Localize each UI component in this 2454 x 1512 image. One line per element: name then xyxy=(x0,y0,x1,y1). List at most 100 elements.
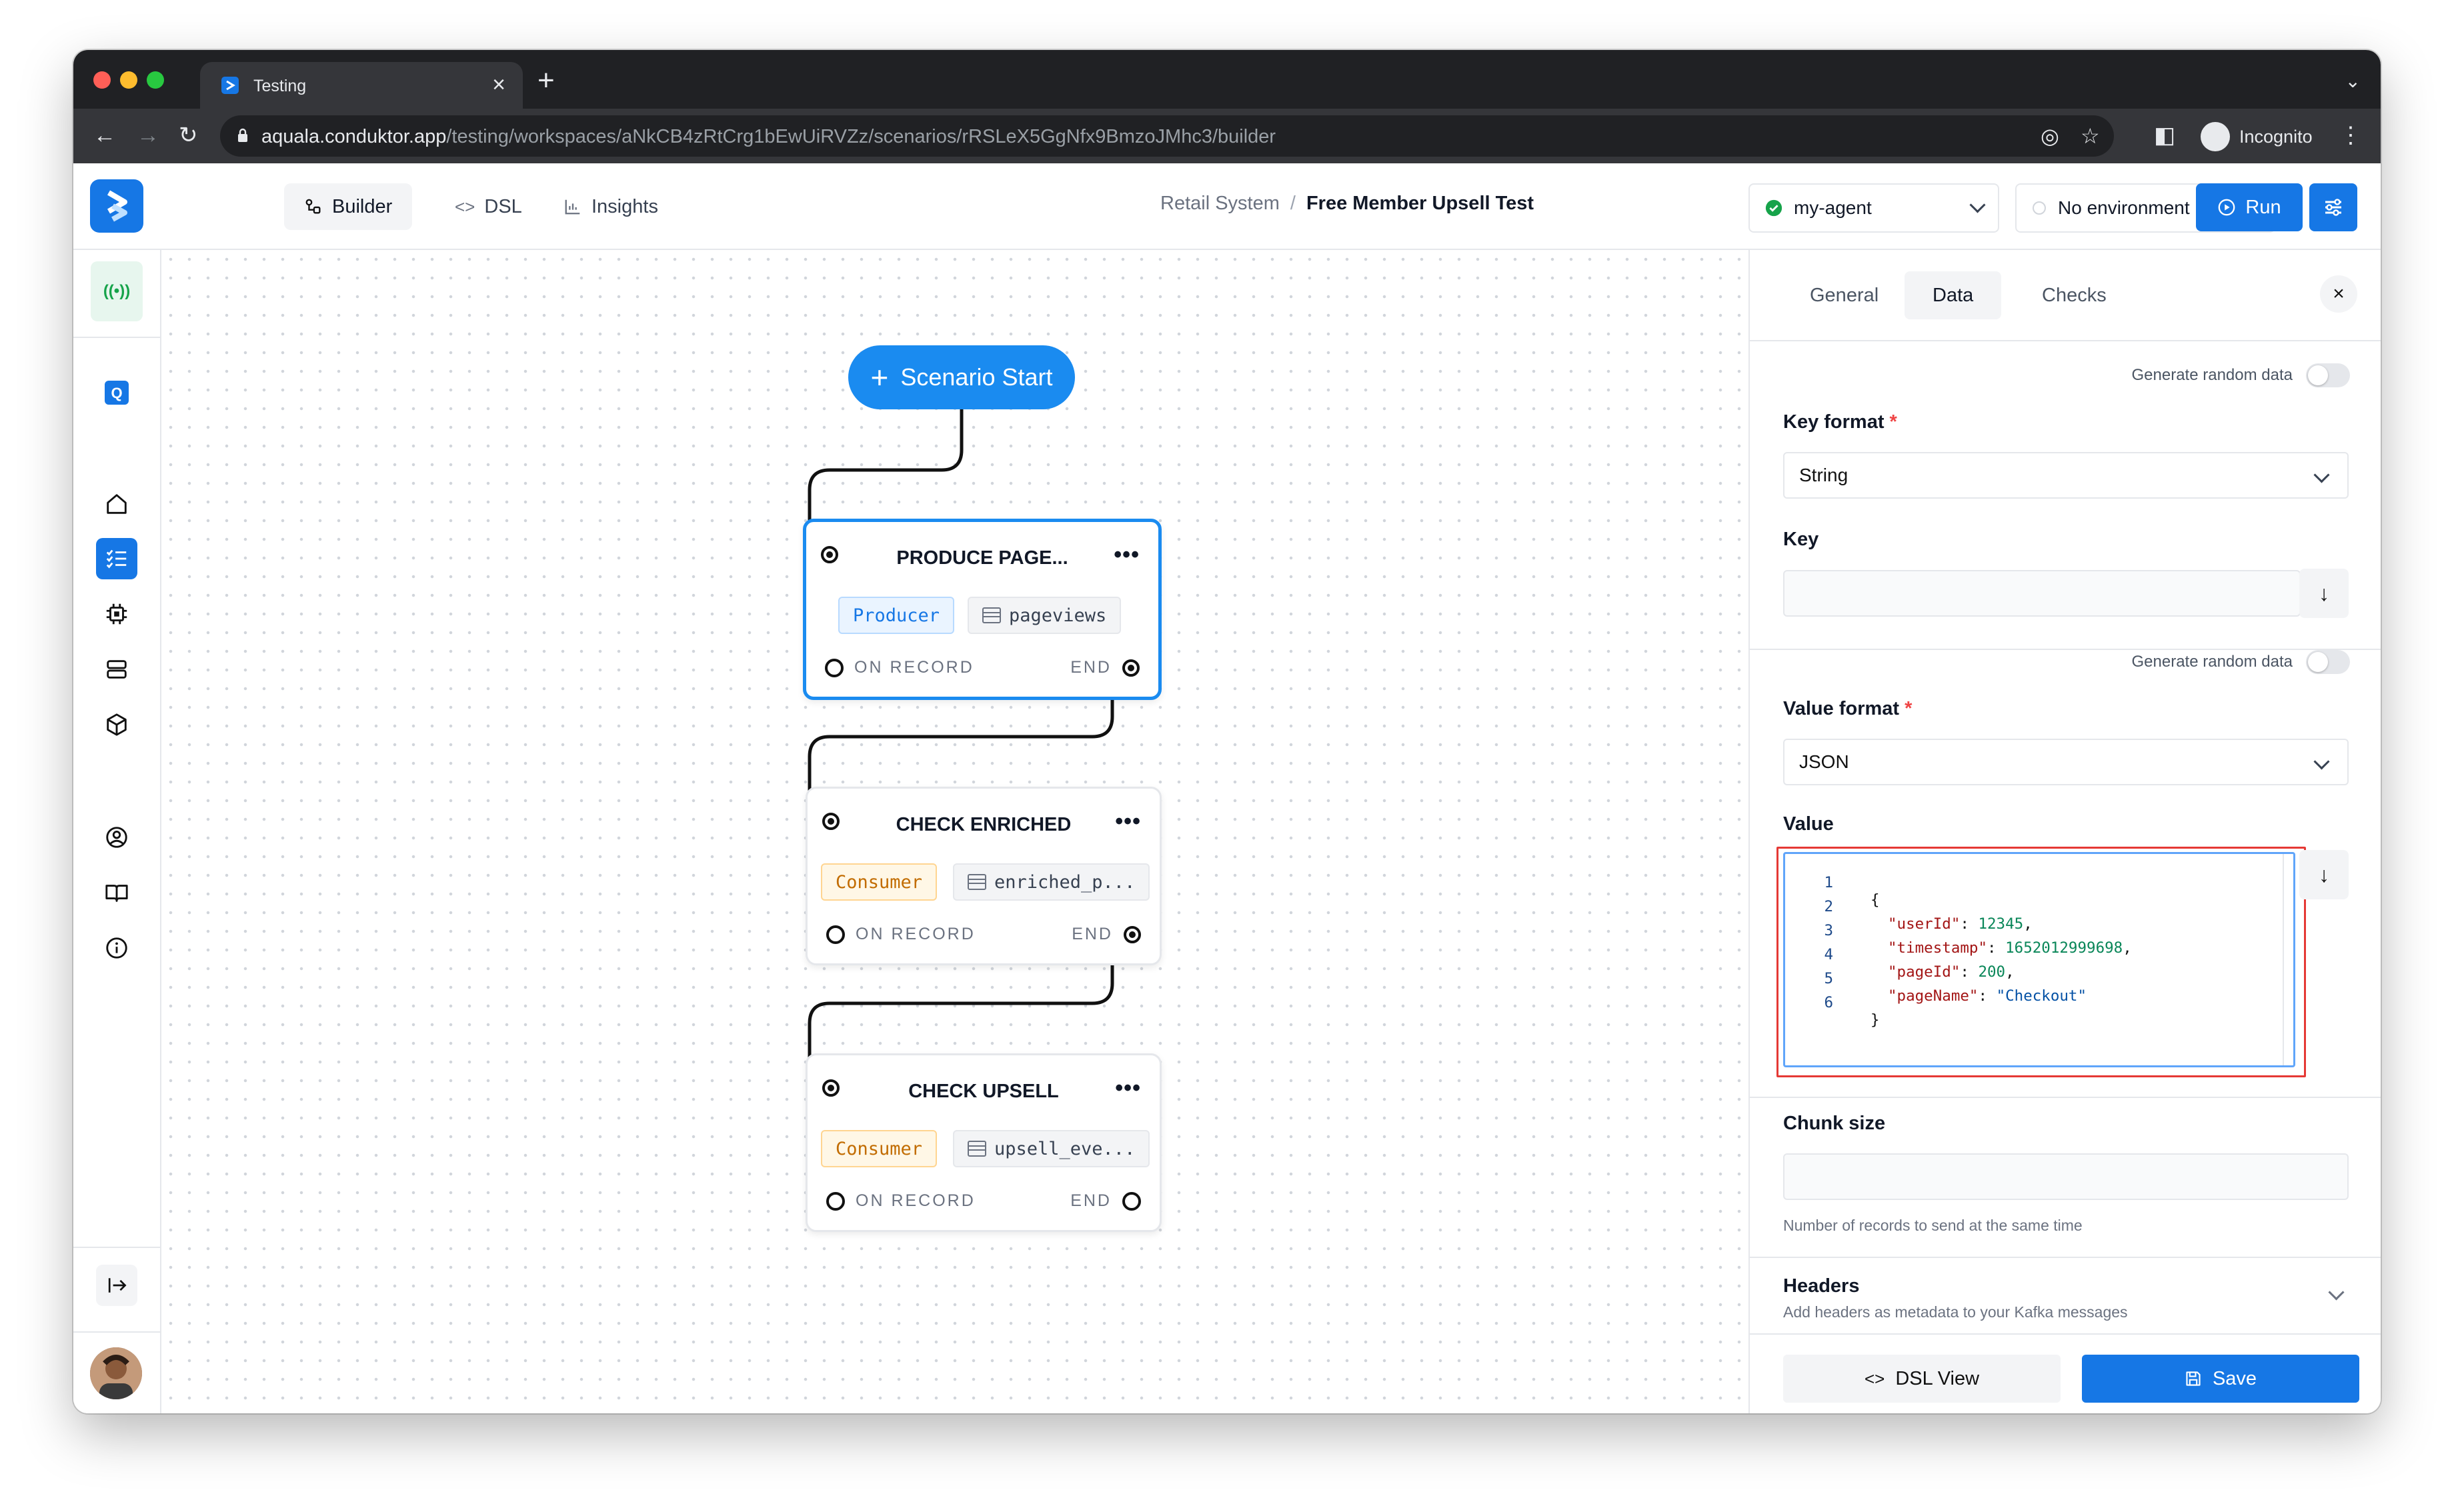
sidebar-divider xyxy=(73,1247,160,1248)
tab-builder-label: Builder xyxy=(332,195,393,217)
node-title: CHECK UPSELL xyxy=(908,1081,1059,1102)
connected-port-icon xyxy=(1124,925,1141,943)
headers-hint: Add headers as metadata to your Kafka me… xyxy=(1783,1303,2128,1321)
tab-insights[interactable]: Insights xyxy=(543,183,678,230)
incognito-icon xyxy=(2201,122,2230,151)
eye-off-icon[interactable]: ◎ xyxy=(2041,123,2059,149)
panel-divider xyxy=(1750,1333,2381,1335)
more-horizontal-icon[interactable]: ••• xyxy=(1115,1075,1141,1101)
tab-general-label: General xyxy=(1810,284,1879,306)
dsl-view-label: DSL View xyxy=(1895,1367,1980,1389)
side-panel-icon[interactable]: ◧ xyxy=(2154,122,2175,149)
sidebar-expand-button[interactable] xyxy=(96,1265,137,1306)
breadcrumb-current: Free Member Upsell Test xyxy=(1306,193,1534,214)
scenario-start-button[interactable]: + Scenario Start xyxy=(848,345,1075,409)
close-panel-button[interactable]: × xyxy=(2320,275,2357,313)
end-port[interactable]: END xyxy=(1072,925,1141,944)
sidebar-item-query[interactable]: Q xyxy=(96,372,137,413)
sidebar-item-testing[interactable]: ((•)) xyxy=(91,261,143,321)
end-label: END xyxy=(1070,658,1112,677)
node-topic-tag: upsell_eve... xyxy=(953,1130,1150,1167)
sidebar-item-agents[interactable] xyxy=(96,593,137,635)
scenario-start-label: Scenario Start xyxy=(900,363,1053,391)
home-icon xyxy=(107,494,127,514)
on-record-label: ON RECORD xyxy=(856,925,976,943)
star-icon[interactable]: ☆ xyxy=(2081,123,2100,149)
node-topic-label: pageviews xyxy=(1009,605,1107,626)
sidebar-item-home[interactable] xyxy=(96,483,137,525)
left-sidebar: ((•)) Q xyxy=(73,163,161,1413)
chip-icon xyxy=(106,603,127,625)
browser-tab[interactable]: Testing × xyxy=(200,62,523,109)
tab-dsl[interactable]: <> DSL xyxy=(435,183,542,230)
new-tab-icon[interactable]: + xyxy=(537,66,555,95)
on-record-port[interactable]: ON RECORD xyxy=(826,1191,976,1211)
minimize-window-icon[interactable] xyxy=(120,71,137,89)
value-code-editor[interactable]: 1 { 2 "userId": 12345, 3 "timestamp": 16… xyxy=(1783,852,2295,1067)
chevron-down-icon xyxy=(2313,753,2330,770)
save-button[interactable]: Save xyxy=(2082,1355,2359,1403)
headers-label[interactable]: Headers xyxy=(1783,1275,1859,1297)
value-random-toggle[interactable] xyxy=(2306,650,2350,674)
sidebar-item-info[interactable] xyxy=(96,927,137,969)
sidebar-item-packages[interactable] xyxy=(96,704,137,745)
on-record-port[interactable]: ON RECORD xyxy=(825,658,974,677)
sidebar-item-docs[interactable] xyxy=(96,872,137,913)
scenario-node-produce[interactable]: PRODUCE PAGE... ••• Producer pageviews O… xyxy=(803,519,1162,700)
tab-checks[interactable]: Checks xyxy=(2014,271,2135,319)
scenario-canvas[interactable]: + Scenario Start PRODUCE PAGE... ••• Pro… xyxy=(161,250,1748,1413)
reload-icon[interactable]: ↻ xyxy=(179,122,198,149)
breadcrumb-separator: / xyxy=(1290,193,1296,214)
address-bar[interactable]: aquala.conduktor.app/testing/workspaces/… xyxy=(220,115,2114,157)
key-random-toggle[interactable] xyxy=(2306,363,2350,387)
node-settings-panel: General Data Checks × Generate random da… xyxy=(1748,250,2381,1413)
tab-close-icon[interactable]: × xyxy=(492,71,505,98)
more-horizontal-icon[interactable]: ••• xyxy=(1115,809,1141,835)
conduktor-logo-icon[interactable] xyxy=(90,179,143,233)
run-button-label: Run xyxy=(2245,196,2281,218)
tab-general[interactable]: General xyxy=(1782,271,1907,319)
key-input[interactable] xyxy=(1783,570,2301,617)
tab-builder[interactable]: Builder xyxy=(284,183,413,230)
sidebar-item-clusters[interactable] xyxy=(96,649,137,690)
user-avatar[interactable] xyxy=(90,1347,142,1399)
end-port[interactable]: END xyxy=(1070,658,1140,677)
on-record-label: ON RECORD xyxy=(854,658,974,677)
more-horizontal-icon[interactable]: ••• xyxy=(1114,542,1140,568)
app: ((•)) Q Builder <> DSL Insights Retail S… xyxy=(73,163,2381,1413)
value-import-button[interactable]: ↓ xyxy=(2299,850,2349,899)
node-topic-tag: enriched_p... xyxy=(953,863,1150,901)
tab-data[interactable]: Data xyxy=(1905,271,2002,319)
tab-search-chevron-icon[interactable]: ⌄ xyxy=(2345,70,2361,92)
tab-insights-label: Insights xyxy=(591,195,658,217)
chevron-down-icon[interactable] xyxy=(2328,1284,2345,1301)
value-format-select[interactable]: JSON xyxy=(1783,739,2349,785)
key-format-select[interactable]: String xyxy=(1783,452,2349,499)
sidebar-item-scenarios[interactable] xyxy=(96,538,137,579)
key-random-label: Generate random data xyxy=(2131,366,2293,384)
maximize-window-icon[interactable] xyxy=(147,71,164,89)
forward-icon[interactable]: → xyxy=(137,122,159,149)
close-window-icon[interactable] xyxy=(93,71,111,89)
scenario-node-check-upsell[interactable]: CHECK UPSELL ••• Consumer upsell_eve... … xyxy=(806,1053,1162,1232)
code-line: 6 } xyxy=(1824,994,1880,1029)
editor-scrollbar[interactable] xyxy=(2283,854,2284,1065)
incognito-profile[interactable]: Incognito xyxy=(2201,118,2313,155)
key-import-button[interactable]: ↓ xyxy=(2299,569,2349,618)
dsl-view-button[interactable]: <> DSL View xyxy=(1783,1355,2061,1403)
sidebar-item-account[interactable] xyxy=(96,817,137,858)
conduktor-favicon-icon xyxy=(221,77,239,94)
on-record-port[interactable]: ON RECORD xyxy=(826,925,976,944)
chunk-size-input[interactable] xyxy=(1783,1153,2349,1200)
sidebar-divider xyxy=(73,249,160,250)
run-button[interactable]: Run xyxy=(2196,183,2303,231)
browser-menu-icon[interactable]: ⋮ xyxy=(2339,122,2362,149)
agent-select[interactable]: my-agent xyxy=(1748,183,1999,233)
settings-panel-button[interactable] xyxy=(2309,183,2357,231)
back-icon[interactable]: ← xyxy=(93,122,116,149)
end-port[interactable]: END xyxy=(1070,1191,1141,1211)
code-line: 1 { xyxy=(1824,874,1880,909)
breadcrumb-parent[interactable]: Retail System xyxy=(1160,193,1280,214)
profile-label: Incognito xyxy=(2239,126,2313,147)
scenario-node-check-enriched[interactable]: CHECK ENRICHED ••• Consumer enriched_p..… xyxy=(806,787,1162,965)
